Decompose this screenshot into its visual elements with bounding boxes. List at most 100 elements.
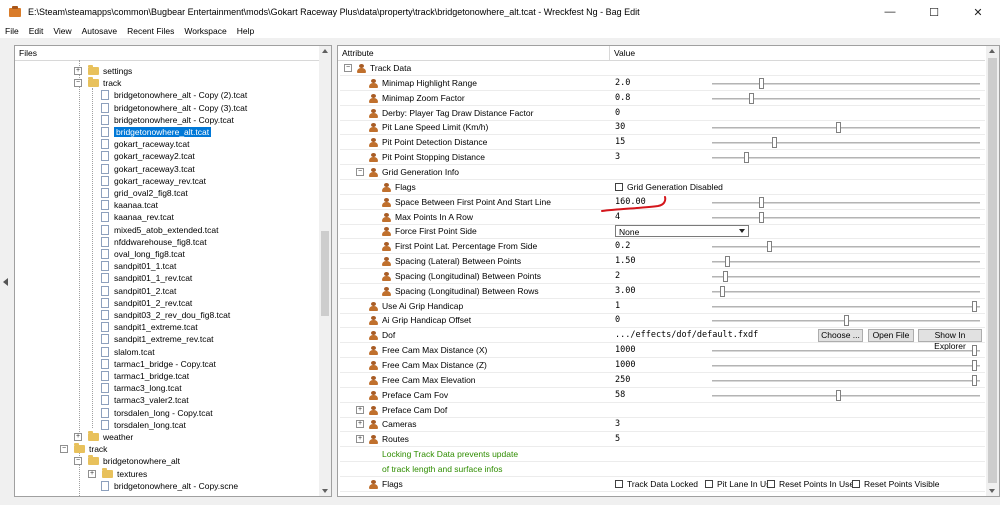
attribute-row[interactable]: Minimap Zoom Factor 0.8 (340, 91, 985, 106)
tree-file[interactable]: sandpit1_extreme_rev.tcat (101, 333, 214, 345)
expand-icon[interactable]: + (88, 469, 96, 478)
collapse-icon[interactable]: − (344, 64, 352, 72)
value-slider[interactable] (712, 241, 980, 253)
attribute-row[interactable]: Spacing (Lateral) Between Points 1.50 (340, 254, 985, 270)
value-slider[interactable] (712, 152, 980, 164)
value-slider[interactable] (712, 315, 980, 327)
value-slider[interactable] (712, 374, 980, 386)
tree-file[interactable]: torsdalen_long.tcat (101, 419, 186, 431)
tree-file[interactable]: tarmac3_long.tcat (101, 382, 182, 394)
tree-folder[interactable]: − bridgetonowhere_alt (74, 455, 180, 467)
slider-handle[interactable] (972, 374, 978, 386)
checkbox-icon[interactable] (852, 479, 860, 488)
tree-file[interactable]: sandpit01_1.tcat (101, 260, 176, 272)
menu-workspace[interactable]: Workspace (179, 26, 231, 36)
attribute-value[interactable]: 1 (615, 301, 620, 311)
attribute-row[interactable]: + Routes 5 (340, 432, 985, 448)
collapse-arrow-icon[interactable] (3, 278, 8, 286)
attribute-row[interactable]: + Cameras 3 (340, 417, 985, 433)
menu-file[interactable]: File (0, 26, 24, 36)
attribute-value[interactable]: .../effects/dof/default.fxdf (615, 330, 758, 340)
attribute-row[interactable]: Pit Point Stopping Distance 3 (340, 150, 985, 166)
grid-generation-disabled-checkbox[interactable]: Grid Generation Disabled (615, 182, 723, 192)
menu-recent-files[interactable]: Recent Files (122, 26, 179, 36)
attribute-value[interactable]: 1000 (615, 345, 635, 355)
tree-file[interactable]: sandpit01_1_rev.tcat (101, 272, 192, 284)
attribute-value[interactable]: 30 (615, 122, 625, 132)
attribute-value[interactable]: 0.2 (615, 241, 630, 251)
flag-checkbox[interactable]: Track Data Locked (615, 479, 698, 489)
tree-file[interactable]: bridgetonowhere_alt - Copy (3).tcat (101, 102, 247, 114)
tree-file[interactable]: oval_long_fig8.tcat (101, 248, 185, 260)
slider-handle[interactable] (743, 152, 749, 164)
slider-handle[interactable] (759, 77, 765, 89)
slider-handle[interactable] (748, 92, 754, 104)
tree-file[interactable]: gokart_raceway.tcat (101, 138, 189, 150)
attribute-row[interactable]: Free Cam Max Elevation 250 (340, 373, 985, 388)
minimize-button[interactable]: — (868, 0, 912, 24)
tree-file[interactable]: tarmac1_bridge - Copy.tcat (101, 358, 216, 370)
files-scrollbar[interactable] (319, 46, 331, 496)
collapse-icon[interactable]: − (74, 457, 82, 466)
attribute-row[interactable]: Spacing (Longitudinal) Between Points 2 (340, 269, 985, 284)
value-slider[interactable] (712, 137, 980, 149)
attribute-row[interactable]: of track length and surface infos (340, 462, 985, 477)
attribute-value[interactable]: 0 (615, 315, 620, 325)
checkbox-icon[interactable] (615, 182, 623, 191)
attribute-row[interactable]: First Point Lat. Percentage From Side 0.2 (340, 239, 985, 255)
tree-file[interactable]: tarmac1_bridge.tcat (101, 370, 189, 382)
force-first-point-side-select[interactable]: None (615, 225, 749, 238)
tree-file[interactable]: gokart_raceway2.tcat (101, 150, 195, 162)
slider-handle[interactable] (719, 285, 725, 297)
attribute-row[interactable]: Minimap Highlight Range 2.0 (340, 76, 985, 91)
expand-icon[interactable]: + (356, 405, 364, 414)
attribute-row[interactable]: − Track Data (340, 61, 985, 76)
chevron-down-icon[interactable] (739, 229, 745, 234)
value-slider[interactable] (712, 389, 980, 401)
slider-handle[interactable] (835, 389, 841, 401)
attribute-row[interactable]: − Grid Generation Info (340, 165, 985, 180)
open-file-button[interactable]: Open File (868, 329, 914, 343)
expand-icon[interactable]: + (356, 420, 364, 429)
attribute-row[interactable]: + Preface Cam Dof (340, 403, 985, 418)
slider-handle[interactable] (767, 241, 773, 253)
tree-file[interactable]: nfddwarehouse_fig8.tcat (101, 236, 207, 248)
attribute-value[interactable]: 15 (615, 137, 625, 147)
value-slider[interactable] (712, 122, 980, 134)
value-slider[interactable] (712, 300, 980, 312)
column-attribute[interactable]: Attribute (338, 45, 610, 61)
value-slider[interactable] (712, 270, 980, 282)
menu-autosave[interactable]: Autosave (77, 26, 122, 36)
flag-checkbox[interactable]: Reset Points Visible (852, 479, 939, 489)
tree-folder[interactable]: + textures (88, 467, 147, 480)
attribute-value[interactable]: 1000 (615, 360, 635, 370)
attribute-row[interactable]: Pit Lane Speed Limit (Km/h) 30 (340, 120, 985, 136)
slider-handle[interactable] (972, 300, 978, 312)
attribute-row[interactable]: Spacing (Longitudinal) Between Rows 3.00 (340, 284, 985, 299)
tree-file[interactable]: sandpit01_2_rev.tcat (101, 297, 192, 309)
tree-file[interactable]: bridgetonowhere_alt - Copy (2).tcat (101, 89, 247, 101)
tree-file[interactable]: slalom.tcat (101, 346, 155, 358)
tree-file[interactable]: sandpit03_2_rev_dou_fig8.tcat (101, 309, 230, 321)
attribute-value[interactable]: 3 (615, 419, 620, 429)
attribute-row[interactable]: Ai Grip Handicap Offset 0 (340, 313, 985, 329)
flag-checkbox[interactable]: Reset Points In Use (767, 479, 854, 489)
attribute-value[interactable]: 1.50 (615, 256, 635, 266)
tree-file[interactable]: gokart_raceway3.tcat (101, 163, 195, 175)
slider-handle[interactable] (843, 315, 849, 327)
slider-handle[interactable] (835, 122, 841, 134)
tree-file[interactable]: mixed5_atob_extended.tcat (101, 224, 218, 236)
expand-icon[interactable]: + (74, 433, 82, 441)
attribute-row[interactable]: Preface Cam Fov 58 (340, 388, 985, 403)
tree-file[interactable]: kaanaa_rev.tcat (101, 211, 174, 223)
collapse-icon[interactable]: − (74, 79, 82, 88)
tree-folder[interactable]: + settings (74, 65, 132, 77)
attribute-row[interactable]: Derby: Player Tag Draw Distance Factor 0 (340, 106, 985, 121)
attribute-row[interactable]: Flags Grid Generation Disabled (340, 180, 985, 195)
checkbox-icon[interactable] (705, 479, 713, 488)
collapse-icon[interactable]: − (60, 445, 68, 454)
value-slider[interactable] (712, 285, 980, 297)
tree-file[interactable]: kaanaa.tcat (101, 199, 158, 211)
tree-folder[interactable]: − track (60, 443, 107, 455)
value-slider[interactable] (712, 360, 980, 371)
